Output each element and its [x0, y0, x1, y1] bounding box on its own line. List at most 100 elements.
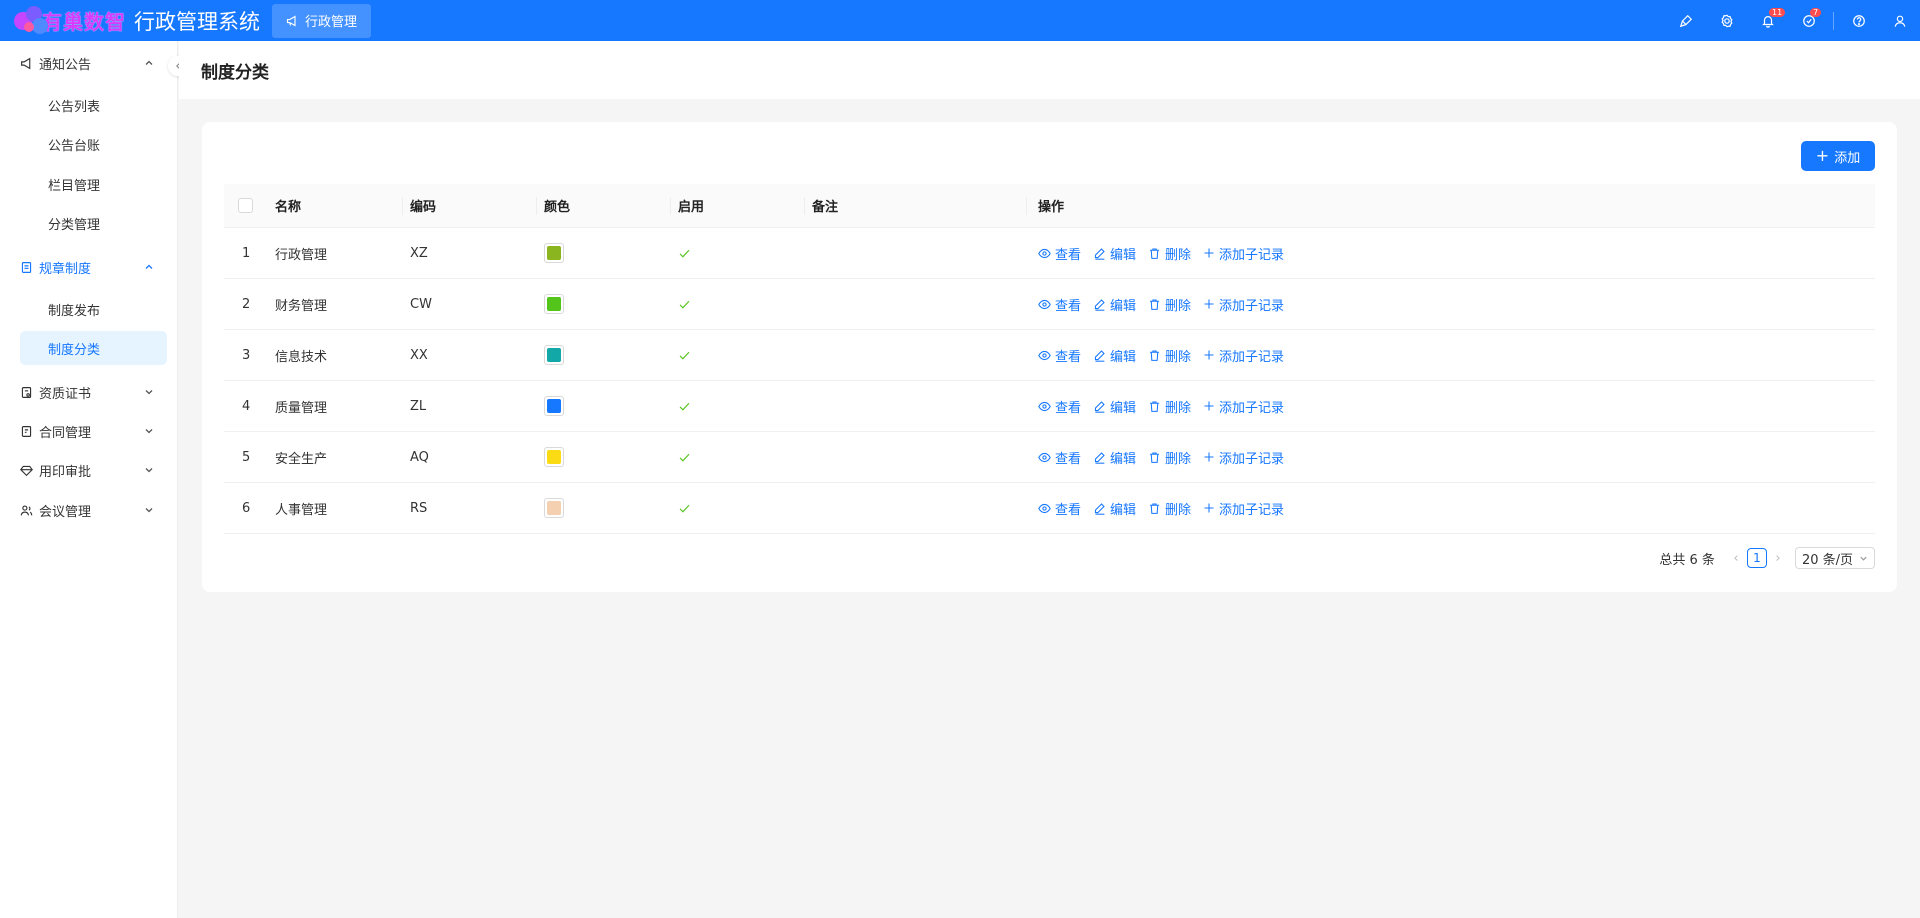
add-child-label: 添加子记录 — [1219, 349, 1285, 365]
page-button-1[interactable]: 1 — [1746, 548, 1767, 568]
tasks-button[interactable]: 7 — [1788, 0, 1829, 41]
edit-button[interactable]: 编辑 — [1093, 397, 1136, 416]
add-child-button[interactable]: 添加子记录 — [1203, 295, 1284, 314]
edit-button[interactable]: 编辑 — [1093, 295, 1136, 314]
row-index: 5 — [242, 449, 251, 465]
notifications-button[interactable]: 11 — [1747, 0, 1788, 41]
select-all-checkbox[interactable] — [238, 184, 253, 227]
delete-button[interactable]: 删除 — [1148, 244, 1191, 263]
edit-button[interactable]: 编辑 — [1093, 499, 1136, 518]
delete-label: 删除 — [1165, 298, 1192, 314]
view-button[interactable]: 查看 — [1038, 244, 1081, 263]
sidebar-item-notice-list[interactable]: 公告列表 — [20, 88, 167, 122]
megaphone-icon — [21, 57, 31, 69]
add-child-button[interactable]: 添加子记录 — [1203, 244, 1284, 263]
delete-label: 删除 — [1165, 400, 1192, 416]
page-size-select[interactable]: 20 条/页 — [1794, 547, 1875, 569]
delete-button[interactable]: 删除 — [1148, 499, 1191, 518]
row-actions: 查看 编辑 删除 添加子记录 — [1038, 381, 1296, 431]
sidebar-group-notices[interactable]: 通知公告 — [20, 48, 168, 78]
table-row: 2 财务管理 CW 查看 编辑 删除 添加子记录 — [224, 279, 1875, 330]
sidebar-group-regulations[interactable]: 规章制度 — [20, 252, 168, 282]
sidebar-item-column-mgmt[interactable]: 栏目管理 — [20, 167, 167, 201]
user-button[interactable] — [1879, 0, 1920, 41]
logo-text: 有巢数智 — [42, 10, 126, 34]
edit-button[interactable]: 编辑 — [1093, 448, 1136, 467]
app-logo[interactable]: 有巢数智 — [12, 4, 126, 38]
delete-button[interactable]: 删除 — [1148, 448, 1191, 467]
edit-button[interactable]: 编辑 — [1093, 346, 1136, 365]
header-toolbar: 11 7 — [1665, 0, 1920, 41]
row-name: 人事管理 — [275, 502, 328, 518]
plus-icon — [1204, 503, 1214, 513]
sidebar-item-category-mgmt[interactable]: 分类管理 — [20, 206, 167, 240]
sidebar-group-meetings[interactable]: 会议管理 — [20, 495, 168, 525]
table-row: 4 质量管理 ZL 查看 编辑 删除 添加子记录 — [224, 381, 1875, 432]
prev-page-button[interactable]: ‹ — [1725, 551, 1747, 566]
column-header-actions: 操作 — [1038, 200, 1065, 215]
next-page-button[interactable]: › — [1767, 551, 1789, 566]
trash-icon — [1150, 248, 1159, 259]
row-code: XZ — [410, 245, 428, 261]
delete-button[interactable]: 删除 — [1148, 397, 1191, 416]
delete-button[interactable]: 删除 — [1148, 346, 1191, 365]
color-fill — [547, 246, 561, 260]
sidebar-group-certificates[interactable]: 资质证书 — [20, 377, 168, 407]
sidebar-item-label: 分类管理 — [48, 217, 101, 233]
delete-button[interactable]: 删除 — [1148, 295, 1191, 314]
add-button-label: 添加 — [1834, 150, 1861, 166]
sidebar-item-notice-ledger[interactable]: 公告台账 — [20, 127, 167, 161]
plus-icon — [1204, 401, 1214, 411]
column-header-enabled: 启用 — [678, 200, 705, 215]
row-color-swatch — [544, 279, 564, 329]
color-fill — [547, 501, 561, 515]
view-button[interactable]: 查看 — [1038, 295, 1081, 314]
theme-button[interactable] — [1665, 0, 1706, 41]
help-button[interactable] — [1838, 0, 1879, 41]
plus-icon — [1204, 299, 1214, 309]
module-tab-label: 行政管理 — [305, 15, 358, 30]
page-title: 制度分类 — [201, 62, 269, 83]
add-child-button[interactable]: 添加子记录 — [1203, 448, 1284, 467]
page-title-bar: 制度分类 — [179, 41, 1920, 99]
view-button[interactable]: 查看 — [1038, 448, 1081, 467]
sidebar-group-label: 通知公告 — [39, 57, 92, 73]
add-button[interactable]: + 添加 — [1801, 141, 1875, 171]
check-icon — [679, 249, 690, 258]
sidebar-group-label: 资质证书 — [39, 386, 92, 402]
view-label: 查看 — [1055, 451, 1082, 467]
view-button[interactable]: 查看 — [1038, 397, 1081, 416]
settings-button[interactable] — [1706, 0, 1747, 41]
module-tab-admin[interactable]: 行政管理 — [272, 3, 372, 38]
view-label: 查看 — [1055, 349, 1082, 365]
help-icon — [1852, 14, 1865, 27]
add-child-button[interactable]: 添加子记录 — [1203, 346, 1284, 365]
column-divider — [536, 197, 537, 215]
row-color-swatch — [544, 228, 564, 278]
row-code: RS — [410, 500, 428, 516]
color-fill — [547, 399, 561, 413]
chevron-down-icon — [145, 429, 153, 434]
add-child-button[interactable]: 添加子记录 — [1203, 499, 1284, 518]
add-child-button[interactable]: 添加子记录 — [1203, 397, 1284, 416]
view-label: 查看 — [1055, 247, 1082, 263]
pagination: 总共 6 条 ‹ 1 › 20 条/页 — [1659, 547, 1875, 569]
eye-icon — [1038, 401, 1051, 411]
check-icon — [679, 504, 690, 513]
sidebar-group-contracts[interactable]: 合同管理 — [20, 416, 168, 446]
check-icon — [679, 351, 690, 360]
view-button[interactable]: 查看 — [1038, 499, 1081, 518]
table-row: 1 行政管理 XZ 查看 编辑 删除 添加子记录 — [224, 228, 1875, 279]
eye-icon — [1038, 248, 1051, 258]
row-actions: 查看 编辑 删除 添加子记录 — [1038, 279, 1296, 329]
row-name: 质量管理 — [275, 400, 328, 416]
view-button[interactable]: 查看 — [1038, 346, 1081, 365]
color-fill — [547, 450, 561, 464]
sidebar-group-seal-approval[interactable]: 用印审批 — [20, 455, 168, 485]
edit-button[interactable]: 编辑 — [1093, 244, 1136, 263]
logo-mark-icon — [12, 4, 54, 38]
chevron-down-icon — [145, 390, 153, 395]
sidebar-item-regulation-publish[interactable]: 制度发布 — [20, 292, 167, 326]
sidebar-item-regulation-category[interactable]: 制度分类 — [20, 331, 167, 365]
table-row: 5 安全生产 AQ 查看 编辑 删除 添加子记录 — [224, 432, 1875, 483]
